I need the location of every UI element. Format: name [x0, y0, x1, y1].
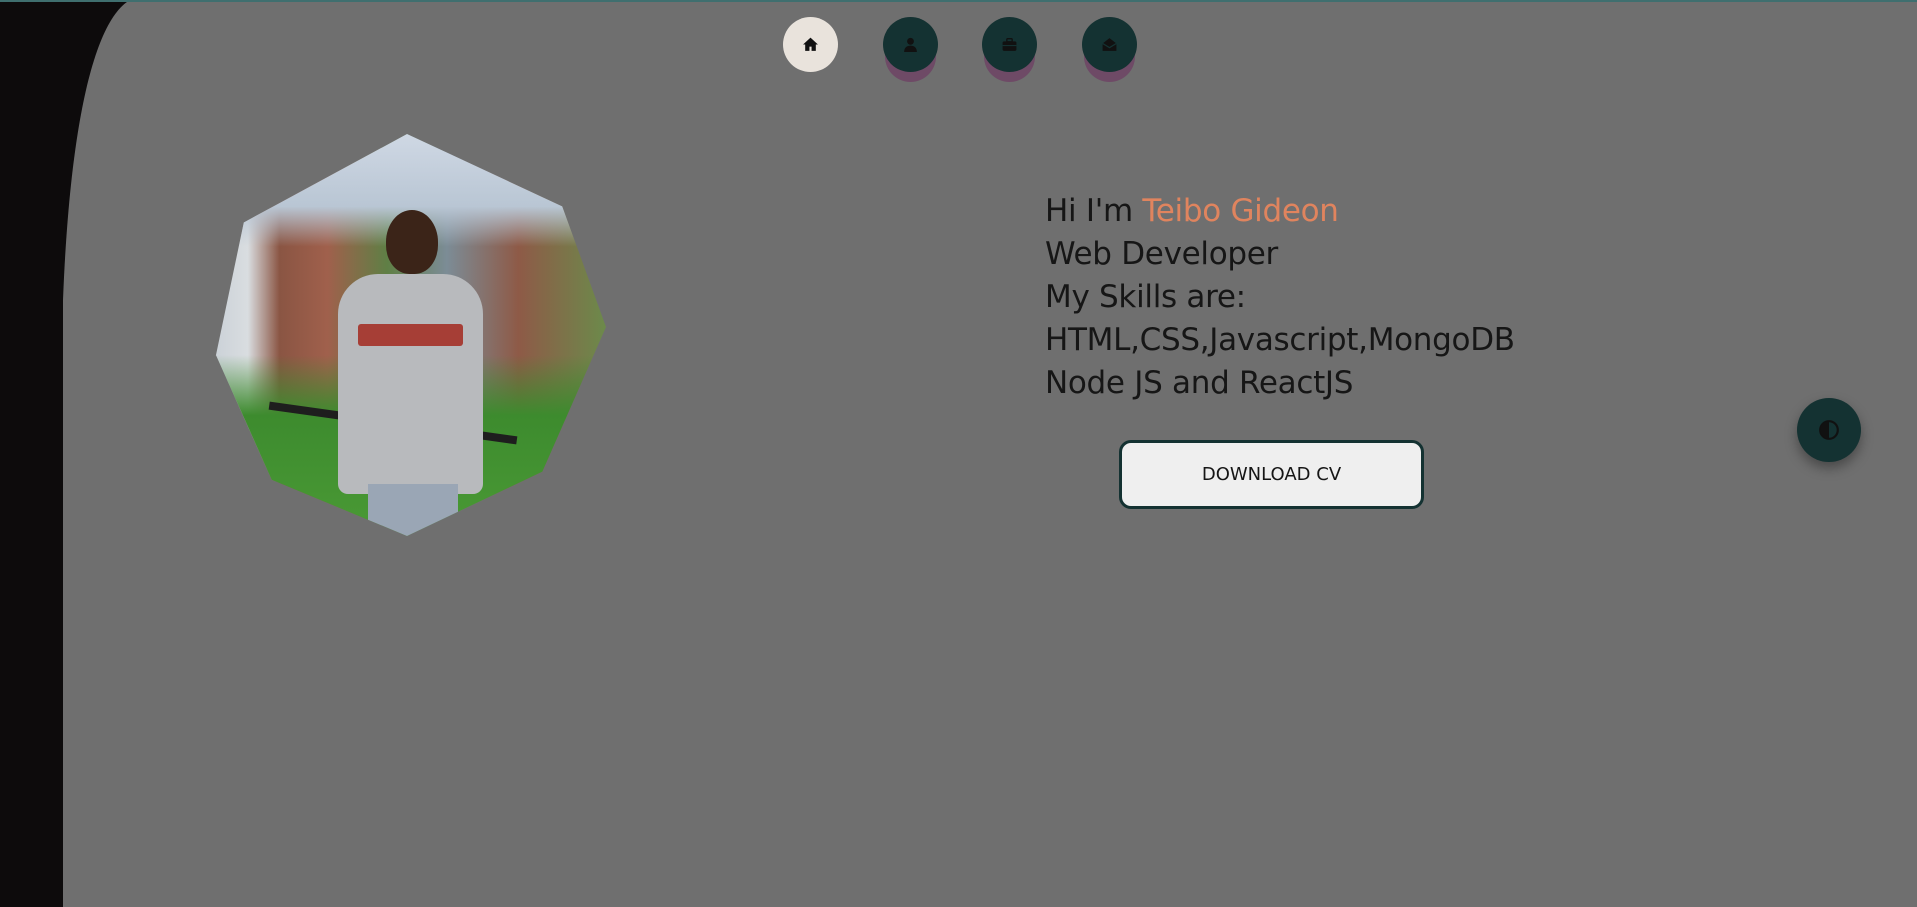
greeting-text: Hi I'm: [1045, 193, 1143, 229]
user-icon: [904, 37, 917, 52]
photo-person-head: [386, 210, 438, 274]
profile-photo: [208, 134, 606, 536]
role-text: Web Developer: [1045, 236, 1278, 272]
profile-photo-image: [215, 134, 606, 536]
briefcase-icon: [1002, 37, 1017, 51]
person-name: Teibo Gideon: [1142, 193, 1339, 229]
intro-text: Hi I'm Teibo Gideon Web Developer My Ski…: [1045, 190, 1515, 405]
skills-line-2: Node JS and ReactJS: [1045, 365, 1354, 401]
greeting-line: Hi I'm Teibo Gideon: [1045, 190, 1515, 233]
nav-portfolio-button[interactable]: [982, 17, 1037, 72]
skills-heading: My Skills are:: [1045, 279, 1246, 315]
nav-home-button[interactable]: [783, 17, 838, 72]
nav-about-button[interactable]: [883, 17, 938, 72]
skills-line-1: HTML,CSS,Javascript,MongoDB: [1045, 322, 1515, 358]
top-border: [0, 0, 1917, 2]
home-icon: [803, 37, 818, 51]
download-cv-button[interactable]: DOWNLOAD CV: [1119, 440, 1424, 509]
nav-contact-button[interactable]: [1082, 17, 1137, 72]
envelope-icon: [1102, 38, 1117, 51]
photo-person-legs: [368, 484, 458, 536]
photo-person-body: [338, 274, 483, 494]
contrast-icon: [1819, 420, 1839, 440]
theme-toggle-button[interactable]: [1797, 398, 1861, 462]
photo-hoodie-logo: [358, 324, 463, 346]
